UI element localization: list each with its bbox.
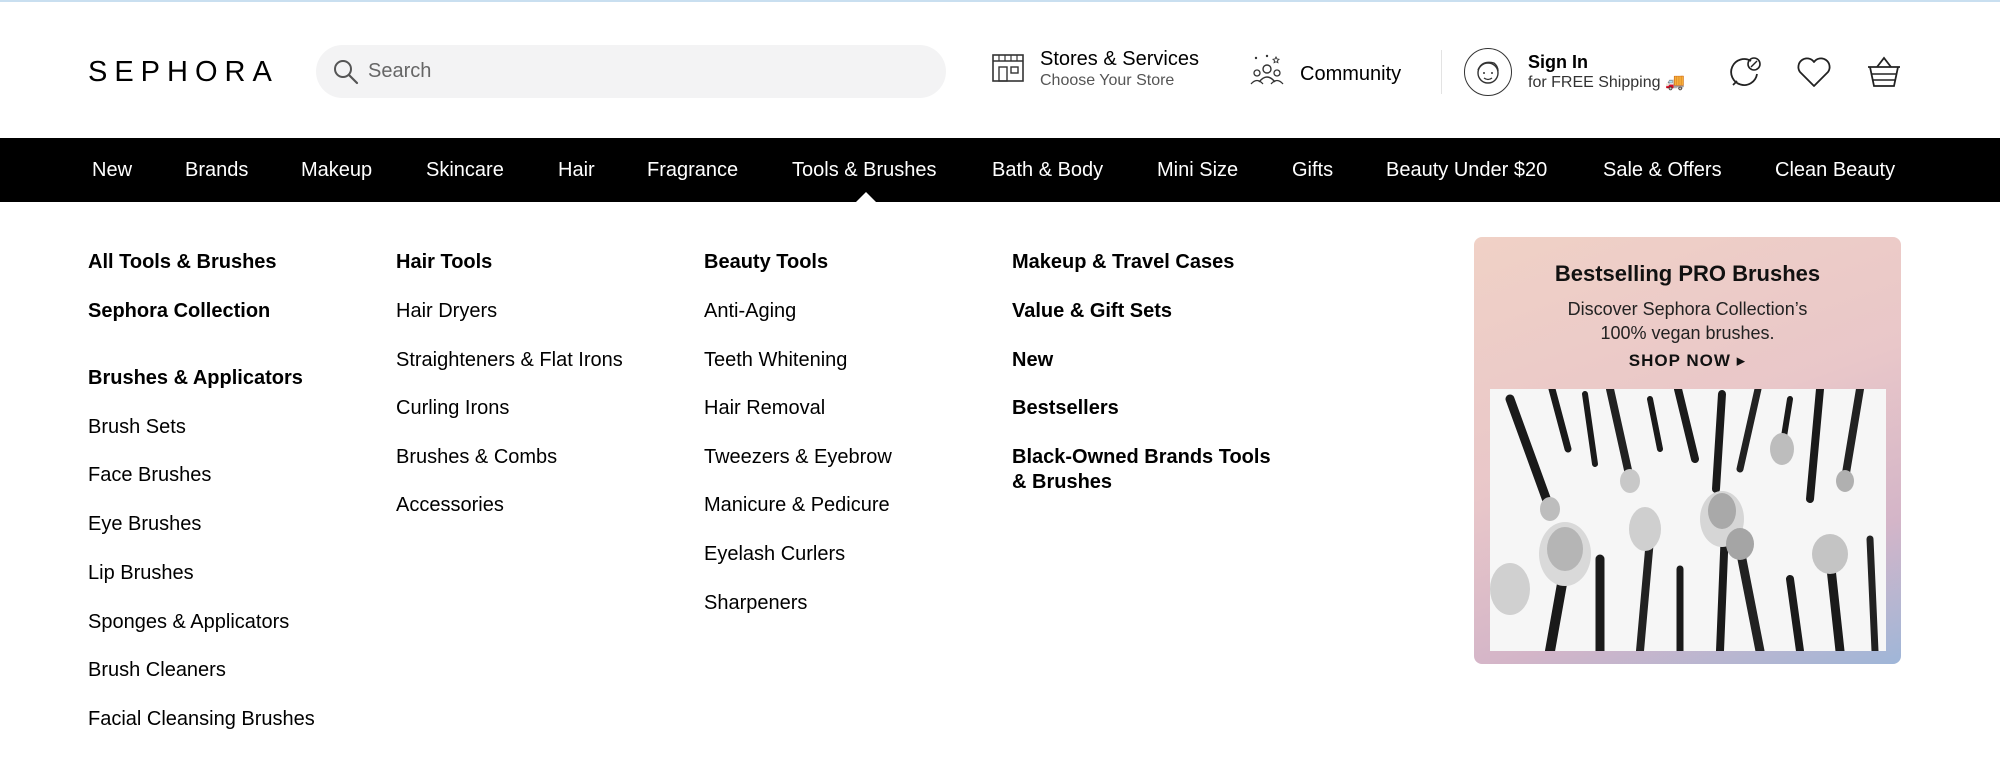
menu-link-new[interactable]: New xyxy=(1012,348,1053,372)
search-icon xyxy=(332,58,360,86)
menu-link-tweezers-eyebrow[interactable]: Tweezers & Eyebrow xyxy=(704,445,892,469)
menu-link-value-gift-sets[interactable]: Value & Gift Sets xyxy=(1012,299,1172,323)
sign-in-title: Sign In xyxy=(1528,52,1588,72)
nav-item-clean-beauty[interactable]: Clean Beauty xyxy=(1775,138,1895,202)
search-bar[interactable] xyxy=(316,45,946,98)
menu-link-hair-dryers[interactable]: Hair Dryers xyxy=(396,299,497,323)
nav-item-brands[interactable]: Brands xyxy=(185,138,248,202)
heart-icon[interactable] xyxy=(1794,52,1834,92)
menu-link-sephora-collection[interactable]: Sephora Collection xyxy=(88,299,270,323)
promo-subtitle-1: Discover Sephora Collection’s xyxy=(1567,299,1808,319)
nav-item-bath-body[interactable]: Bath & Body xyxy=(992,138,1103,202)
stores-subtitle: Choose Your Store xyxy=(1040,72,1175,89)
menu-link-sharpeners[interactable]: Sharpeners xyxy=(704,591,807,615)
stores-title: Stores & Services xyxy=(1040,48,1199,70)
menu-link-brushes-combs[interactable]: Brushes & Combs xyxy=(396,445,557,469)
promo-title: Bestselling PRO Brushes xyxy=(1554,261,1821,286)
sign-in-subtitle: for FREE Shipping 🚚 xyxy=(1528,74,1685,91)
store-icon xyxy=(990,49,1026,90)
menu-heading-hair-tools[interactable]: Hair Tools xyxy=(396,250,492,274)
active-nav-caret xyxy=(856,192,876,202)
header-divider xyxy=(1441,50,1442,94)
menu-link-brush-cleaners[interactable]: Brush Cleaners xyxy=(88,658,226,682)
menu-link-sponges-applicators[interactable]: Sponges & Applicators xyxy=(88,610,289,634)
menu-link-facial-cleansing-brushes[interactable]: Facial Cleansing Brushes xyxy=(88,707,315,731)
basket-icon[interactable] xyxy=(1864,52,1904,92)
menu-link-all-tools[interactable]: All Tools & Brushes xyxy=(88,250,277,274)
promo-banner[interactable]: Bestselling PRO Brushes Discover Sephora… xyxy=(1474,237,1901,664)
menu-link-teeth-whitening[interactable]: Teeth Whitening xyxy=(704,348,847,372)
menu-link-eyelash-curlers[interactable]: Eyelash Curlers xyxy=(704,542,845,566)
sephora-logo[interactable]: SEPHORA xyxy=(88,56,279,89)
menu-link-black-owned-brands-line2[interactable]: & Brushes xyxy=(1012,470,1112,494)
menu-heading-brushes-applicators[interactable]: Brushes & Applicators xyxy=(88,366,303,390)
menu-link-anti-aging[interactable]: Anti-Aging xyxy=(704,299,796,323)
menu-link-manicure-pedicure[interactable]: Manicure & Pedicure xyxy=(704,493,890,517)
nav-item-beauty-under-20[interactable]: Beauty Under $20 xyxy=(1386,138,1547,202)
search-input[interactable] xyxy=(368,45,928,98)
menu-link-curling-irons[interactable]: Curling Irons xyxy=(396,396,509,420)
site-header: SEPHORA Stores & Services Choose Your St… xyxy=(0,2,2000,138)
menu-link-hair-removal[interactable]: Hair Removal xyxy=(704,396,825,420)
promo-shop-now[interactable]: SHOP NOW ▸ xyxy=(1474,351,1901,371)
promo-subtitle-2: 100% vegan brushes. xyxy=(1600,323,1775,343)
menu-heading-beauty-tools[interactable]: Beauty Tools xyxy=(704,250,828,274)
avatar-icon xyxy=(1464,48,1512,96)
chat-icon[interactable] xyxy=(1726,52,1766,92)
nav-item-sale-offers[interactable]: Sale & Offers xyxy=(1603,138,1722,202)
nav-item-fragrance[interactable]: Fragrance xyxy=(647,138,738,202)
nav-item-new[interactable]: New xyxy=(92,138,132,202)
menu-link-face-brushes[interactable]: Face Brushes xyxy=(88,463,211,487)
community-icon xyxy=(1248,52,1286,95)
nav-item-skincare[interactable]: Skincare xyxy=(426,138,504,202)
community-label: Community xyxy=(1300,62,1402,85)
menu-link-black-owned-brands[interactable]: Black-Owned Brands Tools xyxy=(1012,445,1271,469)
menu-link-lip-brushes[interactable]: Lip Brushes xyxy=(88,561,194,585)
menu-link-bestsellers[interactable]: Bestsellers xyxy=(1012,396,1119,420)
nav-item-mini-size[interactable]: Mini Size xyxy=(1157,138,1238,202)
brushes-photo xyxy=(1490,389,1886,651)
menu-link-makeup-travel-cases[interactable]: Makeup & Travel Cases xyxy=(1012,250,1234,274)
stores-services-link[interactable]: Stores & Services Choose Your Store xyxy=(990,47,1199,91)
sign-in-link[interactable]: Sign In for FREE Shipping 🚚 xyxy=(1464,48,1685,96)
community-link[interactable]: Community xyxy=(1248,52,1401,95)
menu-link-accessories[interactable]: Accessories xyxy=(396,493,504,517)
nav-item-hair[interactable]: Hair xyxy=(558,138,595,202)
nav-item-makeup[interactable]: Makeup xyxy=(301,138,372,202)
nav-item-gifts[interactable]: Gifts xyxy=(1292,138,1333,202)
menu-link-straighteners[interactable]: Straighteners & Flat Irons xyxy=(396,348,623,372)
menu-link-brush-sets[interactable]: Brush Sets xyxy=(88,415,186,439)
menu-link-eye-brushes[interactable]: Eye Brushes xyxy=(88,512,201,536)
main-nav: New Brands Makeup Skincare Hair Fragranc… xyxy=(0,138,2000,202)
